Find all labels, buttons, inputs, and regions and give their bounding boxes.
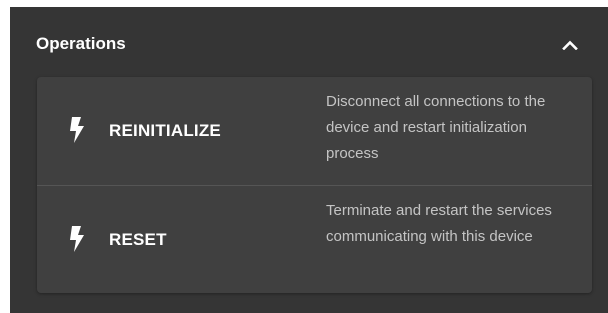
operations-panel-header[interactable]: Operations [10, 7, 608, 77]
operations-panel: Operations REINITIALIZE Disconnect all c… [10, 7, 608, 313]
chevron-up-icon [562, 40, 578, 50]
operation-label: REINITIALIZE [109, 121, 221, 140]
operation-description: Disconnect all connections to the device… [326, 93, 546, 162]
collapse-button[interactable] [558, 33, 582, 57]
operation-description: Terminate and restart the services commu… [326, 202, 552, 245]
operation-reinitialize[interactable]: REINITIALIZE Disconnect all connections … [37, 77, 592, 185]
lightning-bolt-icon [70, 117, 84, 143]
operation-label: RESET [109, 230, 167, 249]
section-title: Operations [36, 34, 126, 53]
operations-card: REINITIALIZE Disconnect all connections … [37, 77, 592, 293]
lightning-bolt-icon [70, 226, 84, 252]
operation-reset[interactable]: RESET Terminate and restart the services… [37, 185, 592, 293]
